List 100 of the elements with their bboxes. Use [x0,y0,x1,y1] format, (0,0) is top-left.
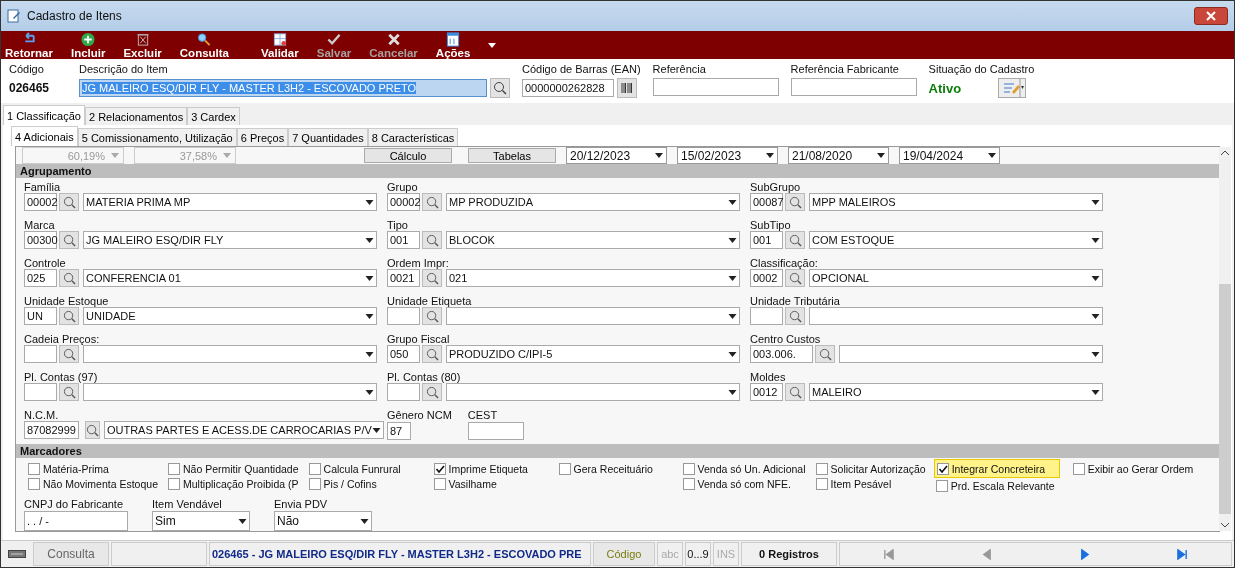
checkbox-option[interactable]: Venda só com NFE. [680,477,793,491]
date-field[interactable]: 15/02/2023 [677,147,778,164]
tab[interactable]: 5 Comissionamento, Utilização [77,128,237,146]
combo-box[interactable]: CONFERENCIA 01 [83,269,377,287]
checkbox-option[interactable]: Venda só Un. Adicional [680,462,808,476]
status-indicator: 0...9 [685,542,711,566]
checkbox-option[interactable]: Prd. Escala Relevante [933,479,1057,493]
combo-box[interactable]: OUTRAS PARTES E ACESS.DE CARROCARIAS P/V [103,421,384,439]
field-label: Pl. Contas (97) [24,371,99,383]
field-label: Código de Barras (EAN) [522,63,641,75]
field-label: SubGrupo [750,181,802,193]
field-label: Grupo [387,181,419,193]
combo-box[interactable]: PRODUZIDO C/IPI-5 [446,345,740,363]
checkbox-option[interactable]: Vasilhame [431,477,499,491]
status-record: 026465 - JG MALEIRO ESQ/DIR FLY - MASTER L3H2 - ESCOVADO PRE [209,542,591,566]
field-label: Código [9,63,45,75]
combo-box[interactable]: BLOCOK [446,231,740,249]
date-field[interactable]: 20/12/2023 [566,147,667,164]
field-label: Unidade Estoque [24,295,110,307]
select-field[interactable]: Sim [152,511,250,531]
status-indicator: abc [657,542,683,566]
checkbox-option[interactable]: Não Movimenta Estoque [26,477,160,491]
combo-box[interactable]: 021 [446,269,740,287]
code-field[interactable]: 87082999 [24,421,79,439]
toolbar-button[interactable]: Validar [261,31,299,59]
code-field[interactable]: 00300 [24,231,57,249]
checkbox-option[interactable]: Multiplicação Proibida (P [166,477,301,491]
action-button[interactable]: Cálculo [364,148,452,163]
checkbox-option[interactable]: Exibir ao Gerar Ordem [1070,462,1196,476]
toolbar-button[interactable]: Retornar [5,31,53,59]
field-label: Moldes [750,371,787,383]
tab[interactable]: 2 Relacionamentos [85,107,188,125]
date-field[interactable]: 19/04/2024 [899,147,1000,164]
field-label: N.C.M. [24,409,60,421]
field-label: Pl. Contas (80) [387,371,462,383]
toolbar-button[interactable]: Incluir [70,31,106,59]
field-label: Referência Fabricante [790,63,900,75]
field-label: Cadeia Preços: [24,333,101,345]
checkbox-option[interactable]: Item Pesável [813,477,894,491]
combo-box[interactable]: COM ESTOQUE [809,231,1103,249]
item-code: 026465 [9,80,51,95]
checkbox-option[interactable]: Calcula Funrural [306,462,403,476]
action-button[interactable]: Tabelas [468,148,556,163]
combo-box[interactable]: MALEIRO [809,383,1103,401]
status-mode: Consulta [33,542,109,566]
code-field[interactable]: UN [24,307,57,325]
checkbox-option[interactable]: Pis / Cofins [306,477,379,491]
code-field[interactable]: 00002 [24,193,57,211]
cnpj-field[interactable]: . . / - [24,511,128,531]
code-field[interactable]: 00002 [387,193,420,211]
field-label: SubTipo [750,219,792,231]
toolbar-button[interactable]: Excluir [123,31,162,59]
checkbox-option[interactable]: Não Permitir Quantidade [166,462,301,476]
select-field[interactable]: Não [274,511,372,531]
barcode-field[interactable]: 0000000262828 [522,79,614,97]
tab[interactable]: 7 Quantidades [288,128,368,146]
combo-box[interactable]: UNIDADE [83,307,377,325]
code-field[interactable]: 0021 [387,269,420,287]
section-header: Agrupamento [16,164,1219,178]
combo-box[interactable]: OPCIONAL [809,269,1103,287]
code-field[interactable]: 00087 [750,193,783,211]
code-field[interactable]: 025 [24,269,57,287]
field-label: Classificação: [750,257,819,269]
status-value: Ativo [928,80,963,96]
field-label: Marca [24,219,56,231]
field-label: Envia PDV [274,498,329,510]
field-label: Ordem Impr: [387,257,450,269]
tab[interactable]: 8 Características [367,128,459,146]
combo-box[interactable]: MPP MALEIROS [809,193,1103,211]
code-field[interactable]: 003.006. [750,345,813,363]
checkbox-option[interactable]: Matéria-Prima [26,462,111,476]
field-label: Gênero NCM [387,409,452,421]
code-field[interactable]: 0002 [750,269,783,287]
code-field[interactable]: 050 [387,345,420,363]
date-field[interactable]: 21/08/2020 [788,147,889,164]
field-label: Centro Custos [750,333,822,345]
tab[interactable]: 6 Preços [236,128,289,146]
record-count: 0 Registros [741,542,837,566]
tab[interactable]: 4 Adicionais [11,126,78,146]
field-label: Unidade Tributária [750,295,841,307]
checkbox-option[interactable]: Integrar Concreteira [933,459,1061,478]
combo-box[interactable]: JG MALEIRO ESQ/DIR FLY [83,231,377,249]
window-title: Cadastro de Itens [27,9,122,23]
field-label: Situação do Cadastro [928,63,1035,75]
combo-box[interactable]: MATERIA PRIMA MP [83,193,377,211]
combo-box[interactable]: MP PRODUZIDA [446,193,740,211]
field-label: CNPJ do Fabricante [24,498,125,510]
status-indicator: INS [713,542,739,566]
field-label: Tipo [387,219,409,231]
checkbox-option[interactable]: Imprime Etiqueta [431,462,530,476]
tab[interactable]: 3 Cardex [187,107,240,125]
ncm-genre-field[interactable]: 87 [387,422,411,440]
code-field[interactable]: 001 [387,231,420,249]
code-field[interactable]: 001 [750,231,783,249]
toolbar-button[interactable]: Consulta [179,31,229,59]
code-field[interactable]: 0012 [750,383,783,401]
checkbox-option[interactable]: Solicitar Autorização [813,462,928,476]
tab[interactable]: 1 Classificação [3,105,85,125]
checkbox-option[interactable]: Gera Receituário [556,462,655,476]
toolbar-button[interactable]: Ações [435,31,471,59]
